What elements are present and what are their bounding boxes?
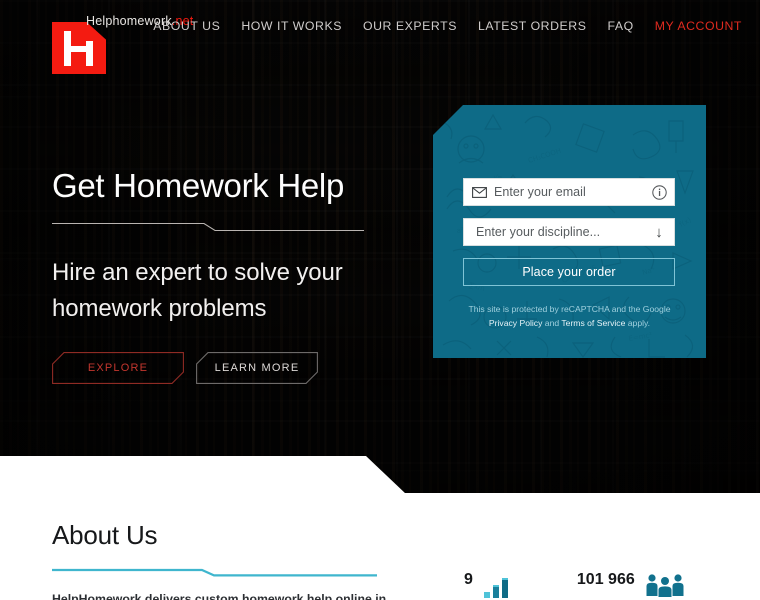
- hero-heading: Get Homework Help: [52, 167, 344, 204]
- recaptcha-prefix: This site is protected by reCAPTCHA and …: [468, 304, 671, 314]
- place-order-button-label: Place your order: [522, 265, 616, 279]
- logo-link[interactable]: [52, 22, 106, 74]
- stat-years: 9: [464, 570, 517, 600]
- main-navigation: ABOUT US HOW IT WORKS OUR EXPERTS LATEST…: [153, 19, 742, 33]
- discipline-field-placeholder: Enter your discipline...: [476, 225, 601, 239]
- terms-of-service-link[interactable]: Terms of Service: [561, 318, 625, 328]
- recaptcha-middle: and: [542, 318, 562, 329]
- order-form-fields: Enter your email Enter your discipline..…: [433, 105, 706, 358]
- helphomework-h-logo-icon: [52, 22, 106, 74]
- about-underline-shape: [52, 568, 377, 577]
- order-form-panel: CH₃COOH H₂O a²+b² CALCULUS ∑x/n E=mc² ∫d…: [433, 105, 706, 358]
- place-order-button[interactable]: Place your order: [463, 258, 675, 286]
- info-circle-icon[interactable]: [644, 184, 674, 200]
- hero-button-group: EXPLORE LEARN MORE: [52, 352, 392, 385]
- hero-heading-underline: [52, 222, 364, 232]
- logo-h-crossbar: [70, 46, 88, 52]
- email-field-placeholder: Enter your email: [494, 185, 586, 199]
- email-field[interactable]: Enter your email: [463, 178, 675, 206]
- stat-customers: 101 966: [577, 570, 685, 600]
- learn-more-button[interactable]: LEARN MORE: [196, 352, 318, 385]
- hero-subheading: Hire an expert to solve your homework pr…: [52, 259, 343, 322]
- about-paragraph: HelpHomework delivers custom homework he…: [52, 592, 387, 600]
- explore-button[interactable]: EXPLORE: [52, 352, 184, 385]
- people-group-icon: [645, 572, 685, 600]
- learn-more-button-label: LEARN MORE: [214, 362, 300, 375]
- site-header: Helphomework.net ABOUT US HOW IT WORKS O…: [0, 0, 760, 74]
- nav-about-us[interactable]: ABOUT US: [153, 19, 220, 33]
- recaptcha-suffix: apply.: [625, 318, 651, 329]
- diagonal-section-divider: [0, 456, 760, 498]
- discipline-field[interactable]: Enter your discipline... ↓: [463, 218, 675, 246]
- stats-row: 9 101 966: [430, 570, 760, 600]
- hero-underline-shape: [52, 223, 364, 232]
- hero-content: Get Homework Help Hire an expert to solv…: [52, 167, 392, 385]
- nav-my-account[interactable]: MY ACCOUNT: [655, 19, 742, 33]
- stat-customers-value: 101 966: [576, 571, 635, 588]
- nav-faq[interactable]: FAQ: [607, 19, 633, 33]
- logo-h-glyph: [64, 31, 94, 66]
- stat-years-value: 9: [464, 571, 473, 588]
- explore-button-label: EXPLORE: [87, 362, 149, 375]
- nav-how-it-works[interactable]: HOW IT WORKS: [241, 19, 342, 33]
- privacy-policy-link[interactable]: Privacy Policy: [489, 318, 542, 328]
- bar-chart-icon: [483, 572, 517, 600]
- recaptcha-notice: This site is protected by reCAPTCHA and …: [455, 302, 684, 330]
- about-section: About Us HelpHomework delivers custom ho…: [52, 520, 412, 600]
- about-title-underline: [52, 564, 377, 577]
- nav-our-experts[interactable]: OUR EXPERTS: [363, 19, 457, 33]
- arrow-down-icon[interactable]: ↓: [644, 225, 674, 240]
- nav-latest-orders[interactable]: LATEST ORDERS: [478, 19, 587, 33]
- envelope-icon: [464, 186, 494, 198]
- page-root: Helphomework.net ABOUT US HOW IT WORKS O…: [0, 0, 760, 600]
- about-title: About Us: [52, 520, 158, 550]
